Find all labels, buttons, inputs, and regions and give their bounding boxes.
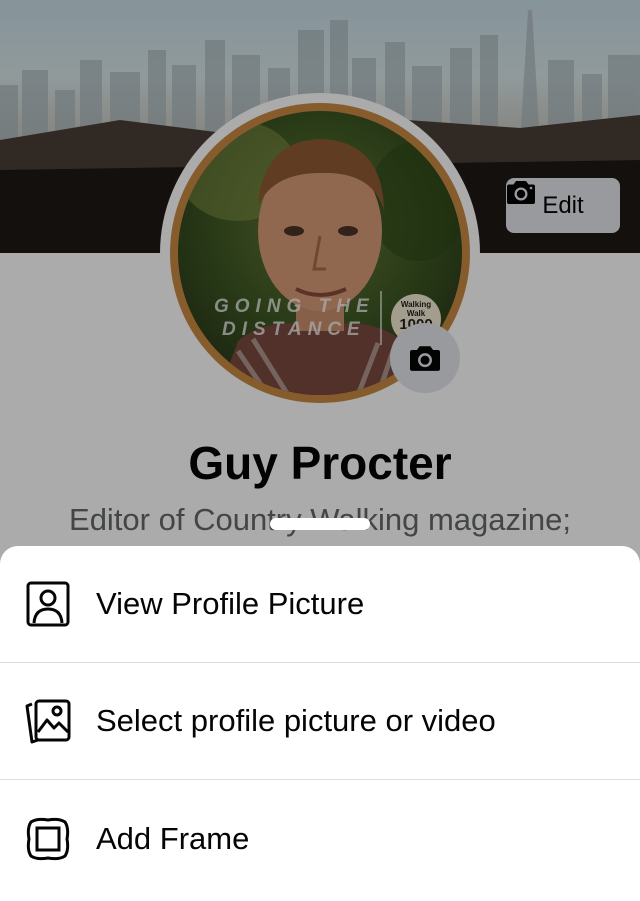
frame-icon	[24, 815, 72, 863]
view-profile-picture-label: View Profile Picture	[96, 586, 365, 621]
select-profile-picture-option[interactable]: Select profile picture or video	[0, 663, 640, 780]
add-frame-label: Add Frame	[96, 820, 250, 856]
action-sheet: View Profile Picture Select profile pict…	[0, 546, 640, 901]
view-profile-picture-option[interactable]: View Profile Picture	[0, 546, 640, 663]
sheet-grabber[interactable]	[270, 518, 370, 530]
add-frame-option[interactable]: Add Frame	[0, 780, 640, 897]
person-portrait-icon	[24, 580, 72, 628]
select-profile-picture-label: Select profile picture or video	[96, 703, 496, 738]
photo-gallery-icon	[24, 697, 72, 745]
